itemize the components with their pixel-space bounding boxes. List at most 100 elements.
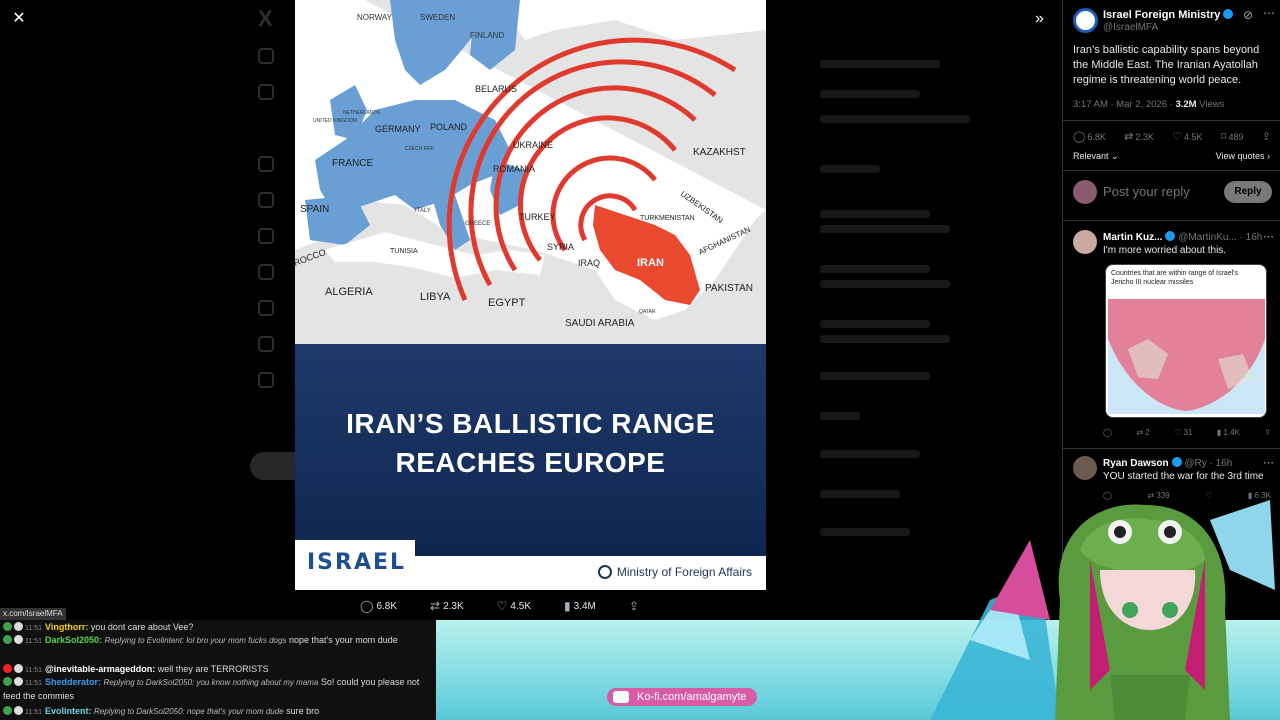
divider [1063, 120, 1280, 121]
verified-badge-icon [1223, 9, 1234, 19]
like-action[interactable]: ♡ 4.5K [497, 598, 531, 614]
label-poland: POLAND [430, 122, 468, 132]
comment-repost-action[interactable]: ⇄ 2 [1136, 428, 1149, 437]
explore-icon [258, 84, 274, 100]
author-name[interactable]: Israel Foreign Ministry [1103, 9, 1234, 21]
chat-user: @inevitable-armageddon: [45, 664, 156, 674]
label-italy: ITALY [415, 208, 431, 214]
label-norway: NORWAY [357, 13, 393, 22]
chat-text: well they are TERRORISTS [155, 664, 269, 674]
messages-icon [258, 156, 274, 172]
author-avatar[interactable] [1073, 8, 1098, 33]
chat-time: 11:51 [25, 625, 42, 632]
chat-message: 11:51 DarkSol2050: Replying to Evolintent… [0, 634, 436, 662]
chevron-down-icon: ⌄ [1111, 151, 1119, 161]
tweet-views-label: Views [1196, 99, 1225, 110]
comment-embed-image[interactable]: Countries that are within range of Israe… [1105, 264, 1267, 418]
media-image[interactable]: NORWAY SWEDEN FINLAND UNITED KINGDOM NET… [295, 0, 766, 590]
tweet-time[interactable]: 3:17 AM · Mar 2, 2026 · [1073, 99, 1175, 110]
kofi-link[interactable]: Ko-fi.com/amalgamyte [607, 688, 757, 706]
reply-action[interactable]: ◯ 6.8K [360, 598, 397, 614]
my-avatar [1073, 180, 1097, 204]
chat-text: nope that's your mom dude [286, 635, 398, 645]
comment-author[interactable]: Martin Kuz... @MartinKu... · 16h [1103, 231, 1262, 243]
reply-button[interactable]: Reply [1224, 181, 1272, 203]
mfa-credit: Ministry of Foreign Affairs [597, 565, 752, 579]
user-avatar-icon [14, 706, 23, 715]
label-finland: FINLAND [470, 31, 504, 40]
more-options-icon[interactable]: ⋯ [1263, 6, 1275, 20]
bg-line [820, 528, 910, 536]
comment-text: I'm more worried about this. [1103, 245, 1227, 256]
verified-badge-icon [1165, 231, 1176, 241]
chat-text: you dont care about Vee? [90, 622, 194, 632]
comment-share-action[interactable]: ⇪ [1264, 428, 1271, 437]
label-sweden: SWEDEN [420, 13, 455, 22]
panel-like-action[interactable]: ♡ 4.5K [1172, 130, 1202, 143]
chat-reply-quote: Replying to Evolintent: lol bro your mom… [104, 636, 287, 645]
heart-icon: ♡ [496, 599, 508, 613]
embed-caption: Countries that are within range of Israe… [1111, 270, 1239, 286]
view-quotes-label: View quotes [1215, 151, 1265, 161]
israel-logo: ISRAEL [307, 550, 407, 575]
share-action[interactable]: ⇪ [629, 598, 639, 614]
views-action[interactable]: ▮ 3.4M [564, 598, 596, 614]
panel-share-action[interactable]: ⇪ [1262, 130, 1273, 143]
chat-message: 11:51 Evolintent: Replying to DarkSol2050… [0, 704, 436, 718]
comment-reply-action[interactable]: ◯ [1103, 428, 1112, 437]
reply-icon: ◯ [360, 599, 374, 613]
comment-avatar[interactable] [1073, 230, 1097, 254]
platform-icon [3, 706, 12, 715]
view-quotes-link[interactable]: View quotes › [1216, 151, 1270, 161]
collapse-panel-icon[interactable]: » [1035, 10, 1051, 28]
repost-icon: ⇄ [1136, 428, 1144, 437]
comment-like-action[interactable]: ♡ 31 [1174, 428, 1192, 437]
kofi-text: Ko-fi.com/amalgamyte [637, 691, 747, 703]
premium-icon [258, 300, 274, 316]
tweet-text: Iran’s ballistic capability spans beyond… [1073, 44, 1260, 86]
bookmarks-icon [258, 264, 274, 280]
chat-message: 11:51 Shedderator: Replying to DarkSol205… [0, 676, 436, 704]
like-count: 4.5K [510, 600, 531, 612]
profile-icon [258, 372, 274, 388]
views-icon: ▮ [1216, 428, 1222, 437]
chevron-right-icon: › [1267, 151, 1270, 161]
reply-count: 6.8K [376, 600, 398, 612]
tweet-meta: 3:17 AM · Mar 2, 2026 · 3.2M Views [1073, 99, 1224, 110]
comment-views-action[interactable]: ▮ 1.4K [1217, 428, 1240, 437]
panel-repost-action[interactable]: ⇄ 2.3K [1124, 130, 1154, 143]
bg-line [820, 60, 940, 68]
divider [1063, 448, 1280, 449]
bg-line [820, 90, 920, 98]
label-syria: SYRIA [547, 242, 574, 252]
chat-text: sure bro [283, 706, 320, 716]
label-pakistan: PAKISTAN [705, 283, 753, 294]
comment-time: · 16h [1239, 232, 1263, 243]
author-handle[interactable]: @IsraelMFA [1103, 22, 1158, 33]
comment-like-count: 31 [1183, 428, 1193, 437]
grok-icon[interactable]: ⊘ [1243, 8, 1253, 22]
heart-icon: ♡ [1172, 131, 1182, 143]
sort-relevant[interactable]: Relevant ⌄ [1073, 151, 1119, 162]
label-tunisia: TUNISIA [390, 248, 418, 255]
reply-input[interactable]: Post your reply [1103, 184, 1190, 199]
bg-line [820, 335, 950, 343]
panel-bookmark-action[interactable]: ⌑ 489 [1221, 130, 1244, 143]
close-icon[interactable]: ✕ [10, 10, 28, 28]
chat-user: DarkSol2050: [45, 635, 103, 645]
comment-repost-count: 2 [1145, 428, 1150, 437]
panel-reply-action[interactable]: ◯ 6.8K [1073, 130, 1106, 143]
author-name-text: Israel Foreign Ministry [1103, 9, 1221, 21]
mfa-text: Ministry of Foreign Affairs [616, 565, 752, 579]
x-logo-icon: X [258, 6, 273, 31]
embed-range-map [1108, 299, 1265, 414]
user-avatar-icon [14, 622, 23, 631]
repost-action[interactable]: ⇄ 2.3K [430, 598, 464, 614]
label-germany: GERMANY [375, 124, 421, 134]
chat-time: 11:51 [25, 667, 42, 674]
label-belarus: BELARUS [475, 84, 517, 94]
views-count: 3.4M [573, 600, 596, 612]
chat-time: 11:51 [25, 709, 42, 716]
share-icon: ⇪ [1264, 428, 1271, 437]
more-options-icon[interactable]: ⋯ [1263, 230, 1274, 243]
